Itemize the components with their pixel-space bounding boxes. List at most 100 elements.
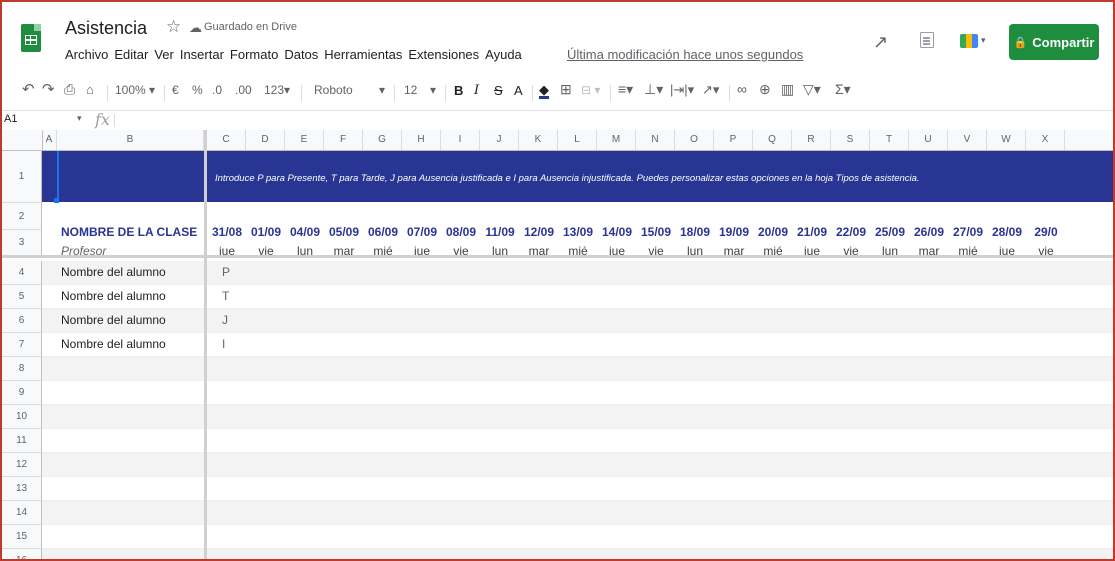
sheet-row[interactable]: [42, 405, 1113, 429]
row-header-6[interactable]: 6: [2, 309, 42, 333]
select-all-corner[interactable]: [2, 130, 43, 150]
name-box-dropdown-icon[interactable]: ▾: [77, 113, 82, 124]
italic-button[interactable]: I: [474, 83, 479, 98]
student-name-cell[interactable]: Nombre del alumno: [61, 313, 166, 327]
row-header-5[interactable]: 5: [2, 285, 42, 309]
column-header-b[interactable]: B: [57, 130, 204, 150]
undo-icon[interactable]: ↶: [22, 80, 35, 98]
menu-herramientas[interactable]: Herramientas: [324, 47, 402, 62]
column-header-w[interactable]: W: [987, 130, 1026, 150]
column-header-j[interactable]: J: [480, 130, 519, 150]
date-cell[interactable]: 19/09: [714, 225, 754, 239]
row-header-11[interactable]: 11: [2, 429, 42, 453]
row-header-10[interactable]: 10: [2, 405, 42, 429]
redo-icon[interactable]: ↷: [42, 80, 55, 98]
print-icon[interactable]: ⎙: [64, 81, 75, 98]
date-cell[interactable]: 28/09: [987, 225, 1027, 239]
merge-cells-icon[interactable]: ⊟ ▾: [581, 83, 600, 97]
sheet-row[interactable]: [42, 549, 1113, 559]
menu-formato[interactable]: Formato: [230, 47, 278, 62]
column-header-n[interactable]: N: [636, 130, 675, 150]
sheet-row[interactable]: [42, 333, 1113, 357]
sheet-row[interactable]: [42, 429, 1113, 453]
frozen-row-divider[interactable]: [2, 255, 1113, 258]
sheet-row[interactable]: [42, 285, 1113, 309]
borders-icon[interactable]: ⊞: [560, 81, 572, 98]
meet-dropdown-icon[interactable]: ▾: [981, 35, 986, 46]
column-header-t[interactable]: T: [870, 130, 909, 150]
sheet-row[interactable]: [42, 381, 1113, 405]
date-cell[interactable]: 25/09: [870, 225, 910, 239]
date-cell[interactable]: 07/09: [402, 225, 442, 239]
insert-comment-icon[interactable]: ⊕: [759, 81, 771, 98]
halign-icon[interactable]: ≡▾: [618, 81, 633, 98]
sheet-row[interactable]: [42, 309, 1113, 333]
class-name-cell[interactable]: NOMBRE DE LA CLASE: [61, 225, 197, 239]
filter-icon[interactable]: ▽▾: [803, 81, 821, 98]
date-cell[interactable]: 01/09: [246, 225, 286, 239]
spreadsheet-grid[interactable]: 12345678910111213141516 Introduce P para…: [2, 130, 1113, 559]
row-header-4[interactable]: 4: [2, 261, 42, 285]
fill-color-icon[interactable]: ◆: [539, 83, 549, 99]
column-header-a[interactable]: A: [42, 130, 57, 150]
row-header-2[interactable]: 2: [2, 203, 42, 230]
menu-extensiones[interactable]: Extensiones: [408, 47, 479, 62]
date-cell[interactable]: 11/09: [480, 225, 520, 239]
column-header-v[interactable]: V: [948, 130, 987, 150]
column-header-l[interactable]: L: [558, 130, 597, 150]
date-cell[interactable]: 22/09: [831, 225, 871, 239]
column-header-s[interactable]: S: [831, 130, 870, 150]
sheets-logo-icon[interactable]: [21, 24, 41, 52]
meet-icon[interactable]: [960, 34, 978, 48]
date-cell[interactable]: 31/08: [207, 225, 247, 239]
decrease-decimal-button[interactable]: .0: [212, 83, 222, 97]
row-header-7[interactable]: 7: [2, 333, 42, 357]
comments-icon[interactable]: [920, 32, 934, 48]
menu-insertar[interactable]: Insertar: [180, 47, 224, 62]
column-header-p[interactable]: P: [714, 130, 753, 150]
date-cell[interactable]: 12/09: [519, 225, 559, 239]
date-cell[interactable]: 20/09: [753, 225, 793, 239]
column-header-d[interactable]: D: [246, 130, 285, 150]
date-cell[interactable]: 05/09: [324, 225, 364, 239]
column-header-g[interactable]: G: [363, 130, 402, 150]
date-cell[interactable]: 15/09: [636, 225, 676, 239]
column-header-h[interactable]: H: [402, 130, 441, 150]
sheet-row[interactable]: [42, 357, 1113, 381]
date-cell[interactable]: 18/09: [675, 225, 715, 239]
column-header-i[interactable]: I: [441, 130, 480, 150]
row-header-14[interactable]: 14: [2, 501, 42, 525]
insert-link-icon[interactable]: ∞: [737, 81, 747, 97]
sheet-row[interactable]: [42, 501, 1113, 525]
sheet-row[interactable]: [42, 261, 1113, 285]
column-header-r[interactable]: R: [792, 130, 831, 150]
zoom-select[interactable]: 100% ▾: [115, 83, 155, 97]
star-icon[interactable]: ☆: [166, 17, 181, 37]
share-button[interactable]: 🔒 Compartir: [1009, 24, 1099, 60]
row-header-1[interactable]: 1: [2, 151, 42, 203]
text-color-button[interactable]: A: [514, 83, 523, 98]
bold-button[interactable]: B: [454, 83, 463, 98]
column-header-m[interactable]: M: [597, 130, 636, 150]
menu-editar[interactable]: Editar: [114, 47, 148, 62]
row-header-12[interactable]: 12: [2, 453, 42, 477]
menu-datos[interactable]: Datos: [284, 47, 318, 62]
date-cell[interactable]: 04/09: [285, 225, 325, 239]
column-header-e[interactable]: E: [285, 130, 324, 150]
date-cell[interactable]: 08/09: [441, 225, 481, 239]
student-name-cell[interactable]: Nombre del alumno: [61, 337, 166, 351]
paint-format-icon[interactable]: ⌂: [86, 82, 94, 97]
font-size-dropdown-icon[interactable]: ▾: [430, 83, 436, 97]
name-box[interactable]: A1: [4, 113, 17, 125]
font-size-input[interactable]: 12: [404, 83, 417, 97]
date-cell[interactable]: 06/09: [363, 225, 403, 239]
attendance-mark-cell[interactable]: I: [222, 337, 225, 351]
valign-icon[interactable]: ⊥▾: [644, 81, 663, 98]
column-header-u[interactable]: U: [909, 130, 948, 150]
sheet-row[interactable]: [42, 477, 1113, 501]
student-name-cell[interactable]: Nombre del alumno: [61, 289, 166, 303]
column-header-k[interactable]: K: [519, 130, 558, 150]
date-cell[interactable]: 14/09: [597, 225, 637, 239]
menu-archivo[interactable]: Archivo: [65, 47, 108, 62]
fill-handle[interactable]: [54, 198, 59, 203]
